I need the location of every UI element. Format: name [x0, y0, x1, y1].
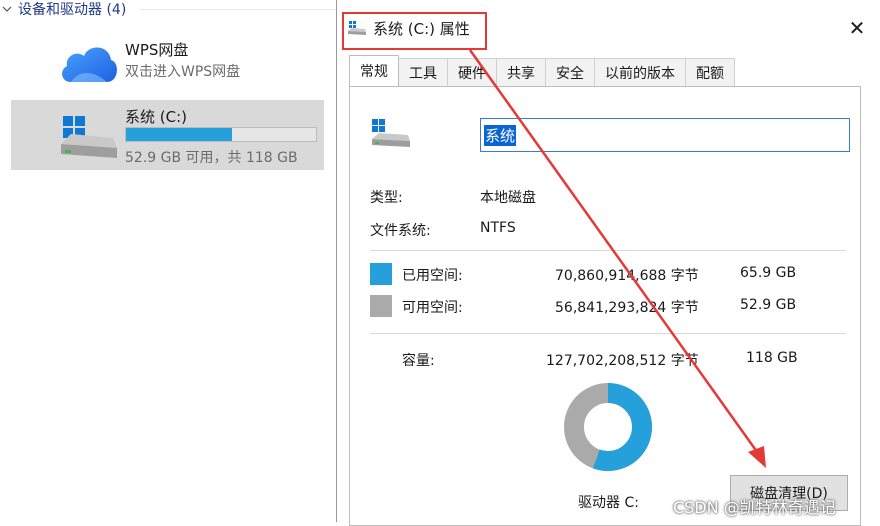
drive-tile-system-c[interactable]: 系统 (C:) 52.9 GB 可用，共 118 GB [11, 100, 324, 170]
free-space-swatch [370, 295, 392, 317]
chevron-down-icon [2, 6, 12, 12]
drive-label: 驱动器 C: [578, 495, 639, 511]
system-usage-bar [125, 127, 317, 142]
fs-value: NTFS [480, 220, 516, 236]
capacity-gb: 118 GB [746, 350, 798, 366]
properties-dialog: 系统 (C:) 属性 ✕ 常规 工具 硬件 共享 安全 以前的版本 配额 系统 类型: 本地… [336, 0, 880, 526]
divider [370, 333, 846, 334]
tab-1[interactable]: 工具 [398, 58, 448, 86]
free-label: 可用空间: [402, 300, 463, 316]
used-space-swatch [370, 263, 392, 285]
type-label: 类型: [370, 190, 403, 206]
free-bytes: 56,841,293,824 字节 [555, 300, 699, 316]
volume-name-selection: 系统 [484, 124, 517, 146]
fs-label: 文件系统: [370, 223, 431, 239]
tab-3[interactable]: 共享 [496, 58, 546, 86]
capacity-label: 容量: [402, 353, 435, 369]
tab-4[interactable]: 安全 [545, 58, 595, 86]
type-value: 本地磁盘 [480, 190, 536, 206]
wps-drive-name: WPS网盘 [125, 41, 189, 59]
section-divider [140, 9, 336, 10]
close-button[interactable]: ✕ [837, 12, 877, 44]
usage-donut-chart [564, 383, 652, 471]
drive-tile-wps[interactable]: WPS网盘 双击进入WPS网盘 [11, 28, 324, 98]
general-tab-panel: 系统 类型: 本地磁盘 文件系统: NTFS 已用空间: 70,860,914,… [349, 86, 861, 526]
free-gb: 52.9 GB [740, 297, 797, 313]
used-bytes: 70,860,914,688 字节 [555, 268, 699, 284]
capacity-bytes: 127,702,208,512 字节 [546, 353, 699, 369]
system-drive-free-text: 52.9 GB 可用，共 118 GB [125, 150, 298, 166]
wps-drive-subtitle: 双击进入WPS网盘 [125, 64, 241, 80]
section-title: 设备和驱动器 (4) [18, 2, 127, 18]
divider [370, 250, 846, 251]
used-label: 已用空间: [402, 268, 463, 284]
drive-icon [372, 119, 410, 147]
explorer-pane: 设备和驱动器 (4) WPS网盘 双击进入WPS网盘 系统 (C:) 52.9 … [0, 0, 336, 522]
system-usage-fill [126, 128, 233, 141]
close-icon: ✕ [848, 16, 866, 40]
tab-0[interactable]: 常规 [349, 55, 399, 86]
annotation-box [342, 12, 487, 50]
dialog-titlebar[interactable]: 系统 (C:) 属性 ✕ [337, 0, 880, 54]
tab-2[interactable]: 硬件 [447, 58, 497, 86]
tab-strip: 常规 工具 硬件 共享 安全 以前的版本 配额 [349, 55, 735, 86]
drive-icon [61, 116, 117, 158]
used-gb: 65.9 GB [740, 265, 797, 281]
tab-6[interactable]: 配额 [685, 58, 735, 86]
volume-name-input[interactable]: 系统 [480, 118, 850, 152]
tab-5[interactable]: 以前的版本 [594, 58, 686, 86]
watermark: CSDN @凯特林奇遇记 [673, 498, 836, 517]
cloud-icon [62, 47, 117, 82]
devices-section-header[interactable]: 设备和驱动器 (4) [0, 0, 126, 18]
system-drive-name: 系统 (C:) [125, 108, 187, 126]
